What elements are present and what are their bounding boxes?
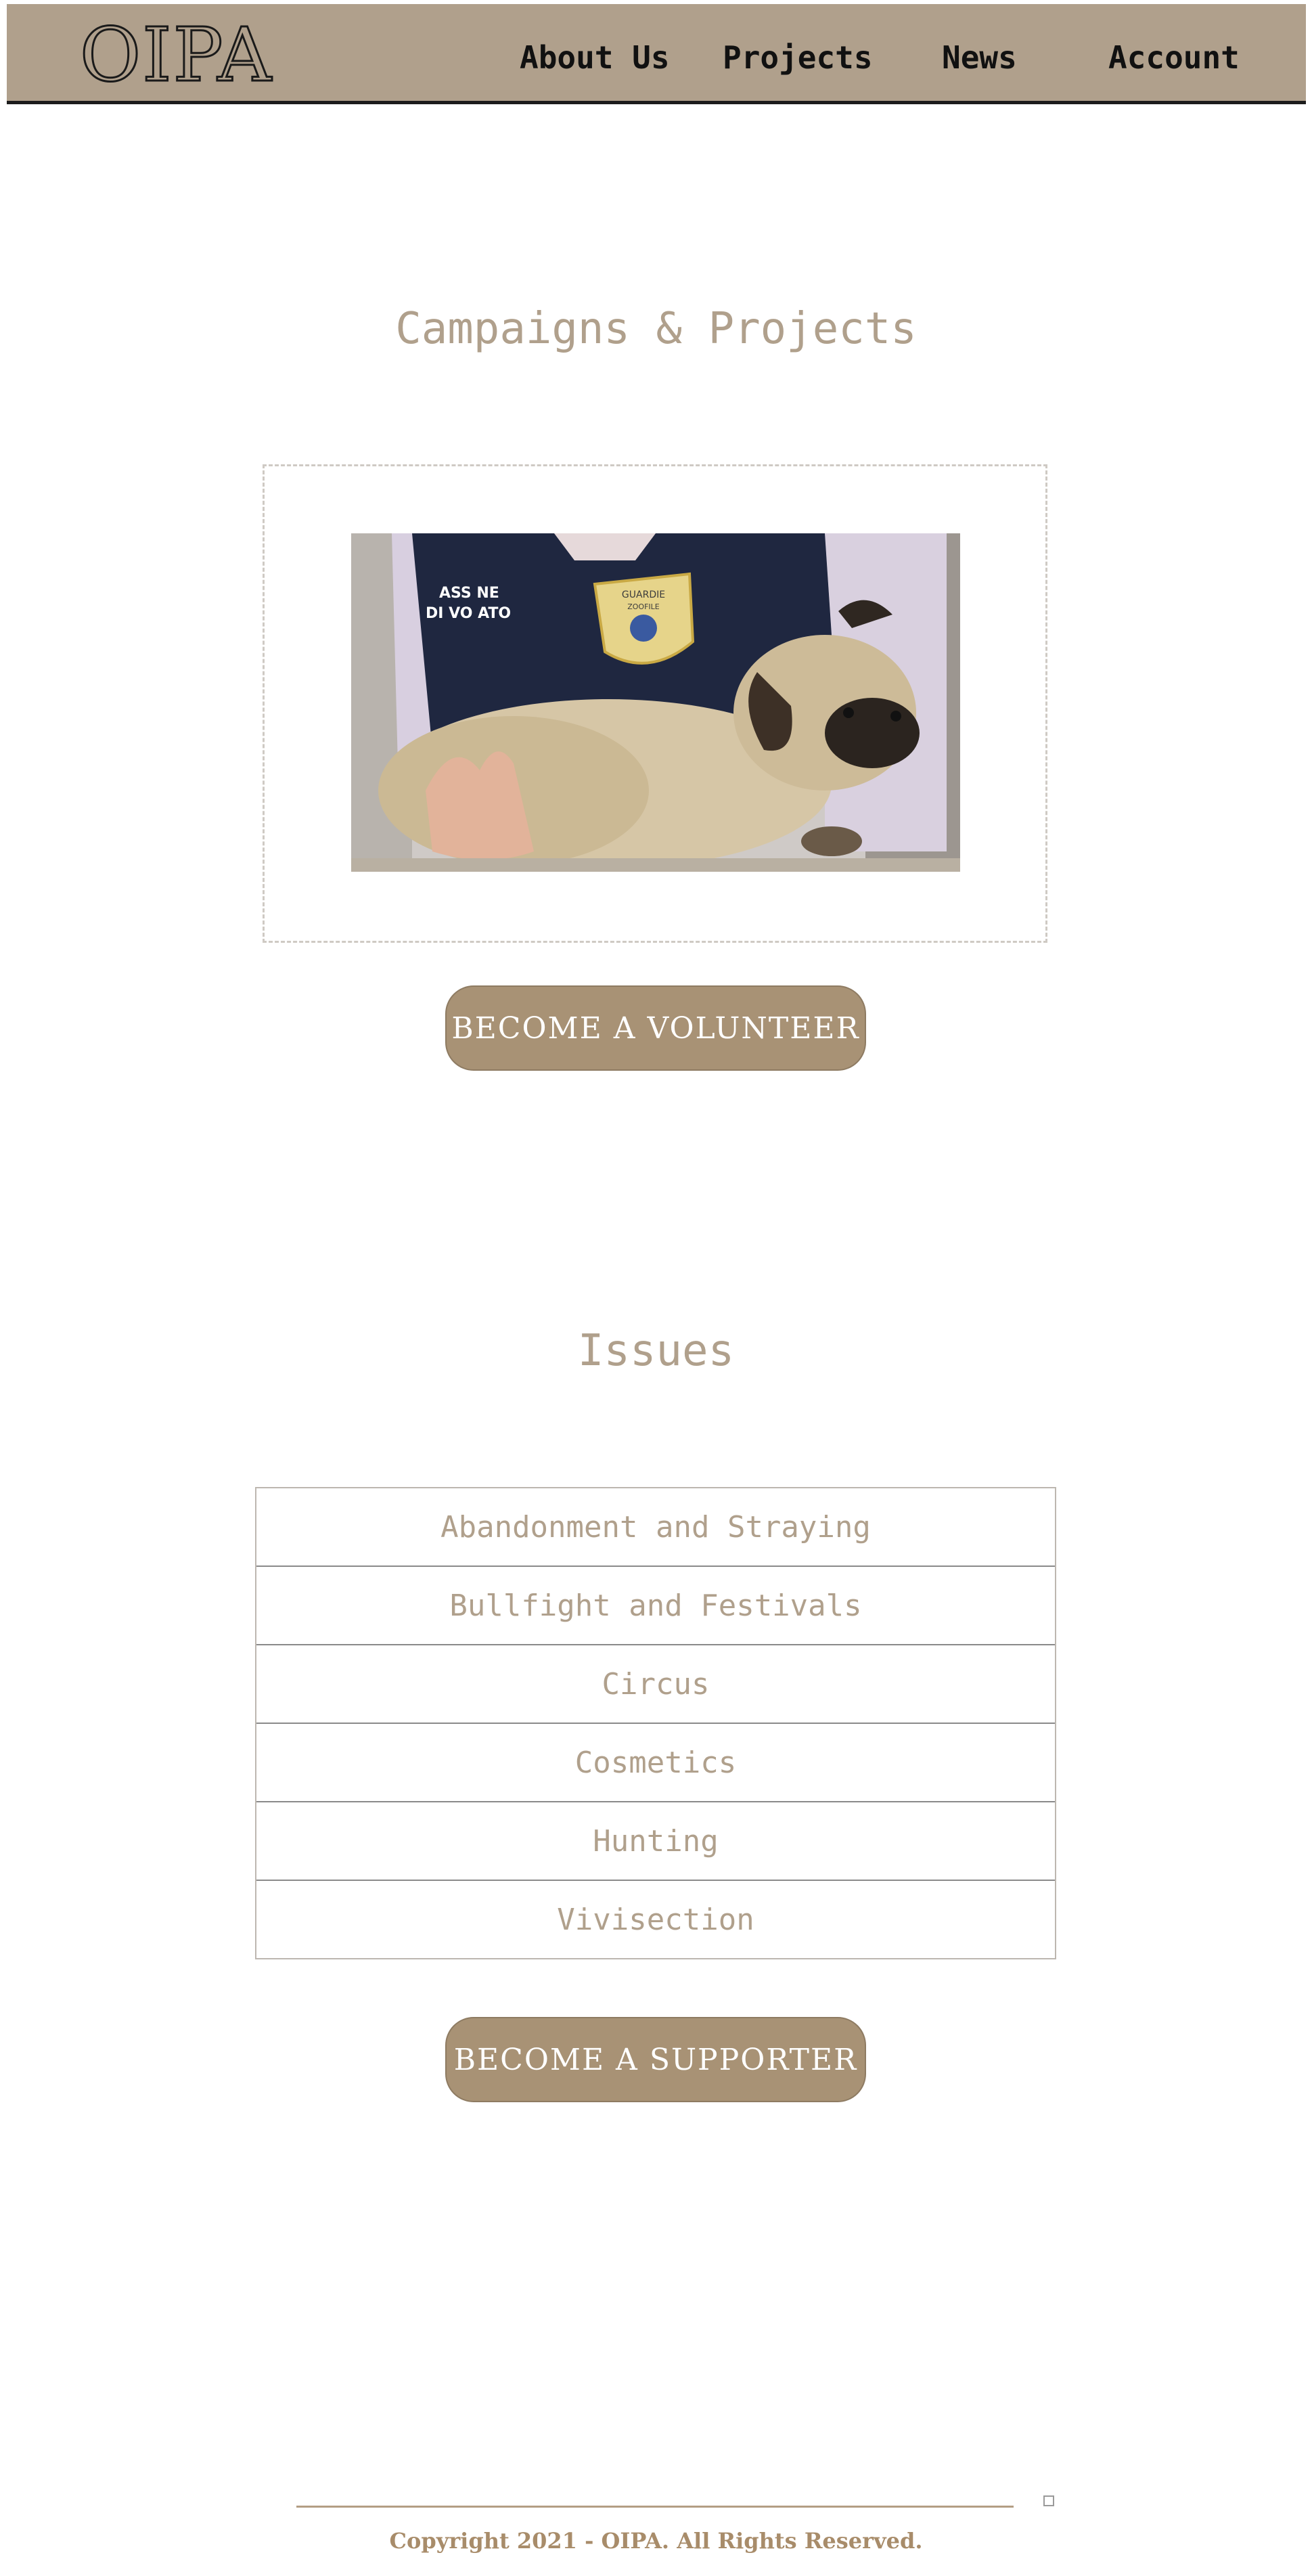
footer-checkbox-icon	[1043, 2495, 1054, 2506]
badge-text-bottom: ZOOFILE	[627, 602, 660, 611]
nav-projects[interactable]: Projects	[723, 39, 873, 76]
nav-about-us[interactable]: About Us	[520, 39, 670, 76]
campaign-image-frame: GUARDIE ZOOFILE ASS NE DI VO ATO	[263, 464, 1047, 943]
vest-text-1: ASS NE	[439, 585, 499, 602]
campaign-photo-illustration: GUARDIE ZOOFILE ASS NE DI VO ATO	[351, 533, 960, 872]
campaign-photo: GUARDIE ZOOFILE ASS NE DI VO ATO	[351, 533, 960, 872]
nav-account[interactable]: Account	[1108, 39, 1240, 76]
copyright-text: Copyright 2021 - OIPA. All Rights Reserv…	[389, 2528, 923, 2554]
campaigns-title: Campaigns & Projects	[395, 304, 917, 354]
vest-text-2: DI VO ATO	[426, 605, 511, 622]
issues-list: Abandonment and Straying Bullfight and F…	[255, 1487, 1056, 1959]
site-header: OIPA About Us Projects News Account	[7, 4, 1306, 104]
badge-text-top: GUARDIE	[622, 590, 665, 600]
become-supporter-button[interactable]: BECOME A SUPPORTER	[445, 2017, 866, 2102]
issue-abandonment[interactable]: Abandonment and Straying	[256, 1488, 1055, 1565]
issues-title: Issues	[577, 1326, 735, 1376]
issue-vivisection[interactable]: Vivisection	[256, 1880, 1055, 1958]
issue-bullfight[interactable]: Bullfight and Festivals	[256, 1565, 1055, 1644]
issue-hunting[interactable]: Hunting	[256, 1801, 1055, 1880]
become-volunteer-button[interactable]: BECOME A VOLUNTEER	[445, 985, 866, 1071]
nav-news[interactable]: News	[942, 39, 1017, 76]
issue-cosmetics[interactable]: Cosmetics	[256, 1723, 1055, 1801]
site-logo[interactable]: OIPA	[79, 17, 273, 93]
footer-divider	[296, 2506, 1014, 2508]
issue-circus[interactable]: Circus	[256, 1644, 1055, 1723]
